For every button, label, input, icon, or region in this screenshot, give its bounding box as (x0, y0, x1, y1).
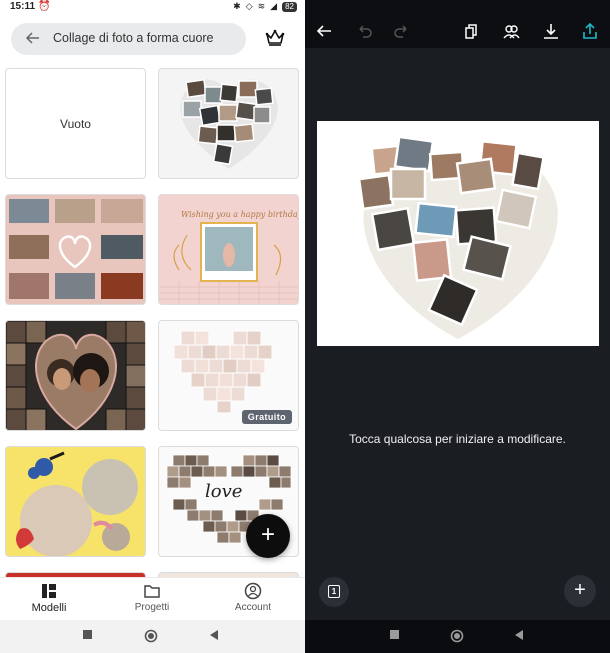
template-card-heart-collage-1[interactable] (158, 68, 299, 179)
birthday-text: Wishing you a happy birthday! (181, 210, 299, 219)
folder-icon (144, 585, 160, 598)
bottom-navigation: Modelli Progetti Account (0, 577, 305, 619)
back-arrow-icon[interactable] (315, 22, 333, 40)
heart-collage-design (357, 135, 558, 339)
template-card-baby-heart[interactable]: Gratuito (158, 320, 299, 431)
status-bar: 15:11 ⏰ ✱ ◇ ≋ ◢ 82 (0, 0, 305, 14)
back-icon[interactable] (513, 629, 525, 641)
recents-icon[interactable] (82, 629, 94, 641)
nav-item-account[interactable]: Account (218, 582, 288, 613)
home-icon[interactable] (144, 629, 158, 643)
nav-item-progetti[interactable]: Progetti (117, 582, 187, 613)
template-card-pink-heart[interactable] (5, 194, 146, 305)
back-arrow-icon[interactable] (25, 30, 41, 46)
nav-label-modelli: Modelli (31, 602, 67, 614)
templates-grid-icon (42, 584, 56, 598)
add-fab-button[interactable]: + (246, 514, 290, 558)
mute-icon: ◇ (245, 1, 253, 11)
free-badge: Gratuito (241, 410, 292, 424)
bluetooth-icon: ✱ (233, 1, 241, 11)
screen: 15:11 ⏰ ✱ ◇ ≋ ◢ 82 Collage di foto a for… (0, 0, 610, 653)
nav-item-modelli[interactable]: Modelli (14, 582, 84, 614)
search-query[interactable]: Collage di foto a forma cuore (53, 31, 214, 45)
system-navigation-bar (0, 620, 305, 653)
template-card-birthday[interactable]: Wishing you a happy birthday! (158, 194, 299, 305)
redo-icon[interactable] (393, 22, 411, 40)
page-number: 1 (328, 585, 340, 598)
alarm-icon: ⏰ (38, 1, 51, 12)
battery-indicator: 82 (282, 1, 297, 12)
nav-label-account: Account (234, 602, 272, 613)
empty-template-card[interactable]: Vuoto (5, 68, 146, 179)
birthday-thumbnail: Wishing you a happy birthday! (159, 210, 299, 304)
editor-hint: Tocca qualcosa per iniziare a modificare… (349, 432, 566, 446)
page-selector-button[interactable]: 1 (319, 577, 349, 607)
home-icon[interactable] (450, 629, 464, 643)
undo-icon[interactable] (355, 22, 373, 40)
couple-heart-thumbnail (6, 321, 145, 430)
yellow-family-thumbnail (16, 451, 138, 556)
empty-template-label: Vuoto (60, 116, 91, 131)
back-icon[interactable] (208, 629, 220, 641)
nav-label-progetti: Progetti (134, 602, 170, 613)
share-icon[interactable] (581, 22, 599, 40)
collaborate-icon[interactable] (502, 22, 520, 40)
wifi-icon: ≋ (257, 1, 266, 11)
design-canvas[interactable] (317, 121, 599, 346)
status-time: 15:11 (10, 1, 36, 12)
editor-screen: Tocca qualcosa per iniziare a modificare… (305, 0, 610, 653)
pink-heart-thumbnail (9, 199, 143, 299)
signal-icon: ◢ (270, 1, 278, 11)
crown-icon[interactable] (264, 28, 286, 48)
editor-toolbar (305, 0, 610, 48)
template-card-couple-heart[interactable] (5, 320, 146, 431)
download-icon[interactable] (542, 22, 560, 40)
template-card-yellow-family[interactable] (5, 446, 146, 557)
recents-icon[interactable] (389, 629, 401, 641)
template-browser-screen: 15:11 ⏰ ✱ ◇ ≋ ◢ 82 Collage di foto a for… (0, 0, 305, 653)
account-icon (244, 582, 262, 600)
love-text: love (205, 481, 242, 502)
pages-icon[interactable] (463, 22, 481, 40)
system-navigation-bar (305, 620, 610, 653)
heart-collage-thumbnail (180, 78, 278, 169)
search-bar[interactable]: Collage di foto a forma cuore (11, 23, 246, 55)
add-element-button[interactable]: + (564, 575, 596, 607)
